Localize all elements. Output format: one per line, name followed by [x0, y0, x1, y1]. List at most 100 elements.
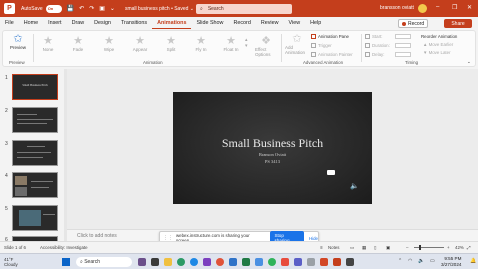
wifi-icon[interactable]: ◠ [408, 258, 412, 264]
tab-draw[interactable]: Draw [67, 17, 90, 29]
clock[interactable]: 9:55 PM 3/27/2024 [441, 256, 461, 267]
volume-icon[interactable]: 🔈 [418, 258, 424, 264]
effect-none[interactable]: ★ None [37, 35, 59, 52]
teams-icon[interactable] [203, 258, 211, 266]
effect-appear[interactable]: ★ Appear [129, 35, 151, 52]
powerpoint-taskbar-icon[interactable] [333, 258, 341, 266]
user-name[interactable]: bransson oviatt [380, 5, 414, 11]
notifications-icon[interactable]: 🔔 [470, 258, 476, 264]
autosave-toggle[interactable]: On [45, 4, 62, 13]
animation-pane-button[interactable]: Animation Pane [311, 34, 349, 39]
slide-course[interactable]: PS 3413 [173, 159, 372, 164]
audio-icon[interactable]: 🔈 [350, 182, 359, 190]
slide-embedded-object[interactable] [327, 170, 335, 175]
battery-icon[interactable]: ▭ [430, 258, 435, 264]
tab-review[interactable]: Review [256, 17, 284, 29]
tab-insert[interactable]: Insert [43, 17, 66, 29]
delay-input[interactable] [395, 52, 411, 57]
taskbar-search[interactable]: ⌕ Search [76, 257, 132, 267]
move-later-button[interactable]: ▼ Move Later [423, 50, 451, 55]
gallery-scroll[interactable]: ▴ ▾ [245, 37, 248, 49]
spotify-icon[interactable] [268, 258, 276, 266]
tab-record[interactable]: Record [228, 17, 255, 29]
customize-toolbar-icon[interactable]: ⌄ [110, 5, 115, 12]
save-icon[interactable]: 💾 [67, 5, 74, 12]
tab-view[interactable]: View [284, 17, 306, 29]
slide-thumbnail-2[interactable] [12, 107, 58, 133]
slide-title[interactable]: Small Business Pitch [173, 136, 372, 151]
app-icon[interactable] [138, 258, 146, 266]
search-box[interactable]: ⌕ Search [196, 4, 292, 14]
app-icon[interactable] [294, 258, 302, 266]
word-icon[interactable] [229, 258, 237, 266]
start-select[interactable] [395, 34, 411, 39]
normal-view-icon[interactable]: ▭ [350, 245, 354, 251]
tray-chevron-icon[interactable]: ⌃ [398, 258, 402, 264]
trigger-button[interactable]: Trigger [311, 43, 332, 48]
slide-thumbnail-4[interactable] [12, 172, 58, 198]
tab-animations[interactable]: Animations [152, 17, 192, 29]
file-explorer-icon[interactable] [164, 258, 172, 266]
fit-slide-icon[interactable]: ⤢ [467, 245, 471, 250]
windows-start-icon[interactable] [62, 258, 70, 266]
chrome-icon[interactable] [177, 258, 185, 266]
notes-toggle[interactable]: Notes [328, 245, 339, 250]
duration-field[interactable]: Duration: [365, 43, 390, 48]
avatar[interactable] [418, 4, 427, 13]
restore-button[interactable]: ❐ [452, 4, 457, 11]
slideshow-view-icon[interactable]: ▣ [386, 245, 390, 251]
tab-help[interactable]: Help [305, 17, 326, 29]
effect-fade[interactable]: ★ Fade [67, 35, 89, 52]
app-icon[interactable] [346, 258, 354, 266]
app-icon[interactable] [216, 258, 224, 266]
slide-sorter-icon[interactable]: ▦ [362, 245, 366, 251]
zoom-in-icon[interactable]: + [447, 245, 450, 250]
share-button[interactable]: Share [444, 19, 472, 28]
tab-home[interactable]: Home [19, 17, 43, 29]
duration-input[interactable] [395, 43, 411, 48]
effect-wipe[interactable]: ★ Wipe [98, 35, 120, 52]
app-icon[interactable] [307, 258, 315, 266]
present-icon[interactable]: ▣ [99, 5, 105, 12]
current-slide[interactable]: Small Business Pitch Branson Oviatt PS 3… [173, 92, 372, 204]
tab-design[interactable]: Design [89, 17, 116, 29]
minimize-button[interactable]: – [436, 4, 439, 10]
powerpoint-taskbar-icon[interactable] [320, 258, 328, 266]
reading-view-icon[interactable]: ▯ [374, 245, 376, 251]
zoom-slider-thumb[interactable] [419, 245, 422, 250]
effect-float-in[interactable]: ★ Float In [220, 35, 242, 52]
zoom-out-icon[interactable]: – [406, 245, 408, 250]
close-button[interactable]: ✕ [467, 4, 472, 11]
add-animation-button[interactable]: ✩ Add Animation [285, 33, 309, 55]
task-view-icon[interactable] [151, 258, 159, 266]
edge-icon[interactable] [190, 258, 198, 266]
zoom-level[interactable]: 42% [455, 245, 464, 250]
tab-file[interactable]: File [0, 17, 19, 29]
tab-slide-show[interactable]: Slide Show [191, 17, 228, 29]
app-icon[interactable] [281, 258, 289, 266]
excel-icon[interactable] [242, 258, 250, 266]
start-field[interactable]: Start: [365, 34, 383, 39]
preview-button[interactable]: ✩ Preview [7, 33, 29, 50]
document-title[interactable]: small business pitch • Saved ⌄ [125, 6, 194, 12]
animation-painter-button[interactable]: Animation Painter [311, 52, 353, 57]
effect-fly-in[interactable]: ★ Fly In [190, 35, 212, 52]
slide-author[interactable]: Branson Oviatt [173, 152, 372, 157]
collapse-ribbon-icon[interactable]: ⌄ [467, 59, 471, 65]
effect-options-button[interactable]: ❖ Effect Options [255, 35, 277, 57]
undo-icon[interactable]: ↶ [79, 5, 84, 12]
slide-thumbnail-1[interactable]: Small Business Pitch [12, 74, 58, 100]
hide-banner-button[interactable]: Hide [309, 236, 318, 241]
app-icon[interactable] [255, 258, 263, 266]
notes-icon[interactable]: ≡ [320, 245, 323, 250]
weather-widget[interactable]: 41°F Cloudy [4, 257, 18, 267]
record-button[interactable]: Record [398, 19, 429, 28]
delay-field[interactable]: Delay: [365, 52, 384, 57]
effect-split[interactable]: ★ Split [160, 35, 182, 52]
accessibility-status[interactable]: Accessibility: Investigate [40, 245, 88, 250]
slide-thumbnail-3[interactable] [12, 140, 58, 166]
slide-thumbnail-5[interactable] [12, 205, 58, 231]
move-earlier-button[interactable]: ▲ Move Earlier [423, 42, 453, 47]
redo-icon[interactable]: ↷ [89, 5, 94, 12]
tab-transitions[interactable]: Transitions [116, 17, 152, 29]
